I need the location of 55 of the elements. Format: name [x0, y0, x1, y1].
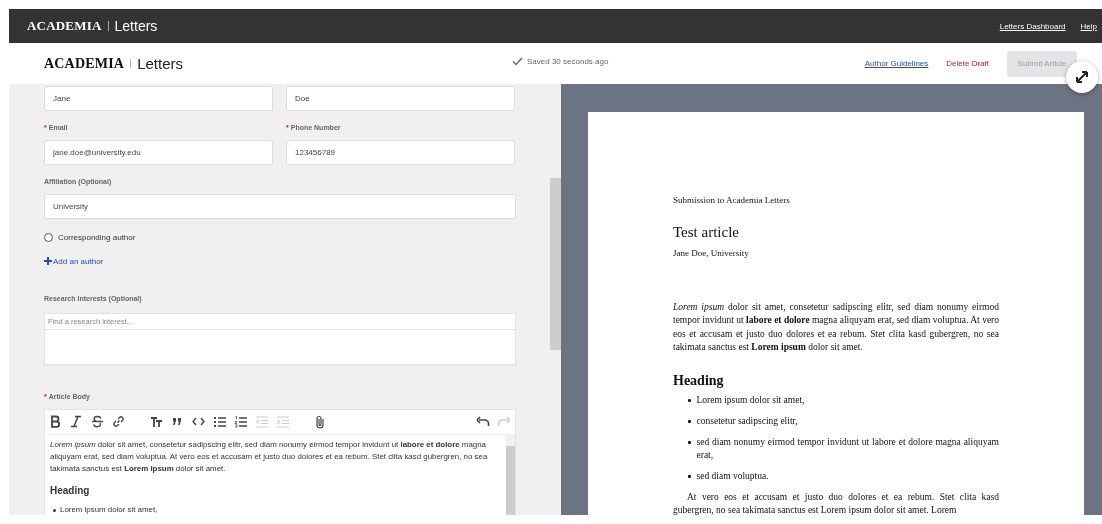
text-field[interactable]: Jane: [44, 86, 273, 111]
bullet-icon: [53, 508, 56, 512]
strikethrough-button[interactable]: [91, 415, 105, 429]
text-size-icon: [150, 415, 164, 429]
nav-link[interactable]: Help: [1080, 21, 1097, 31]
bulleted-list-button[interactable]: [213, 415, 227, 429]
bullet-icon: [688, 399, 691, 402]
bullet-icon: [688, 420, 691, 423]
outdent-icon: [255, 415, 269, 429]
numbered-list-icon: [234, 415, 248, 429]
bullet-icon: [688, 441, 691, 444]
product-name: Letters: [114, 18, 158, 34]
nav-link[interactable]: Letters Dashboard: [999, 21, 1066, 31]
text-field[interactable]: 123456789: [286, 140, 515, 165]
link-icon: [112, 415, 126, 429]
product-name: Letters: [137, 55, 183, 72]
italic-button[interactable]: [70, 415, 84, 429]
italic-icon: [70, 415, 84, 429]
radio-button[interactable]: [44, 232, 53, 242]
text-size-button[interactable]: [150, 415, 164, 429]
body-heading: Heading: [50, 485, 91, 496]
document-title: Test article: [673, 223, 740, 241]
undo-icon: [476, 415, 490, 429]
indent-icon: [276, 415, 290, 429]
journal-line: Submission to Academia Letters: [673, 195, 791, 206]
text-field[interactable]: University: [44, 194, 516, 219]
bold-button[interactable]: [49, 415, 63, 429]
document-heading: Heading: [673, 371, 725, 389]
document-paragraph: At vero eos et accusam et justo duo dolores et ea rebum. Stet clita kasd gubergren, no sea takimata sanctus est Lorem ipsum dolor sit amet. Lorem: [673, 490, 999, 515]
list-item: Lorem ipsum dolor sit amet,: [696, 393, 806, 407]
document-paragraph: Lorem ipsum dolor sit amet, consetetur sadipscing elitr, sed diam nonumy eirmod tempor invidunt ut labore et dolore magna aliquyam erat, sed diam voluptua. At vero eos et accusam et justo duo dolores et ea rebum. Stet clita kasd gubergren, no sea takimata sanctus est Lorem ipsum dolor sit amet.: [673, 301, 999, 355]
list-item: sed diam nonumy eirmod tempor invidunt ut labore et dolore magna aliquyam erat,: [696, 435, 999, 462]
radio-label: Corresponding author: [58, 232, 136, 242]
list-item: consetetur sadipscing elitr,: [696, 414, 799, 428]
list-item: sed diam voluptua.: [696, 469, 770, 483]
redo-icon: [497, 415, 511, 429]
plus-icon: [44, 257, 52, 265]
guidelines-link[interactable]: Author Guidelines: [864, 59, 929, 68]
text-field[interactable]: jane.doe@university.edu: [44, 140, 273, 165]
text-field[interactable]: Doe: [286, 86, 515, 111]
checkmark-icon: [512, 57, 523, 66]
bullet-icon: [688, 475, 691, 478]
bulleted-list-icon: [213, 415, 227, 429]
numbered-list-button[interactable]: [234, 415, 248, 429]
link-button[interactable]: [112, 415, 126, 429]
diagonal-arrows-icon: [1075, 70, 1089, 84]
brand-logo: ACADEMIA: [27, 18, 102, 34]
brand-logo: ACADEMIA: [44, 55, 125, 72]
strikethrough-icon: [91, 415, 105, 429]
add-author-link[interactable]: Add an author: [44, 255, 104, 267]
save-status: Saved 30 seconds ago: [527, 57, 609, 66]
bold-icon: [49, 415, 63, 429]
undo-button[interactable]: [476, 415, 490, 429]
delete-link[interactable]: Delete Draft: [946, 59, 989, 68]
author-line: Jane Doe, University: [673, 248, 750, 259]
